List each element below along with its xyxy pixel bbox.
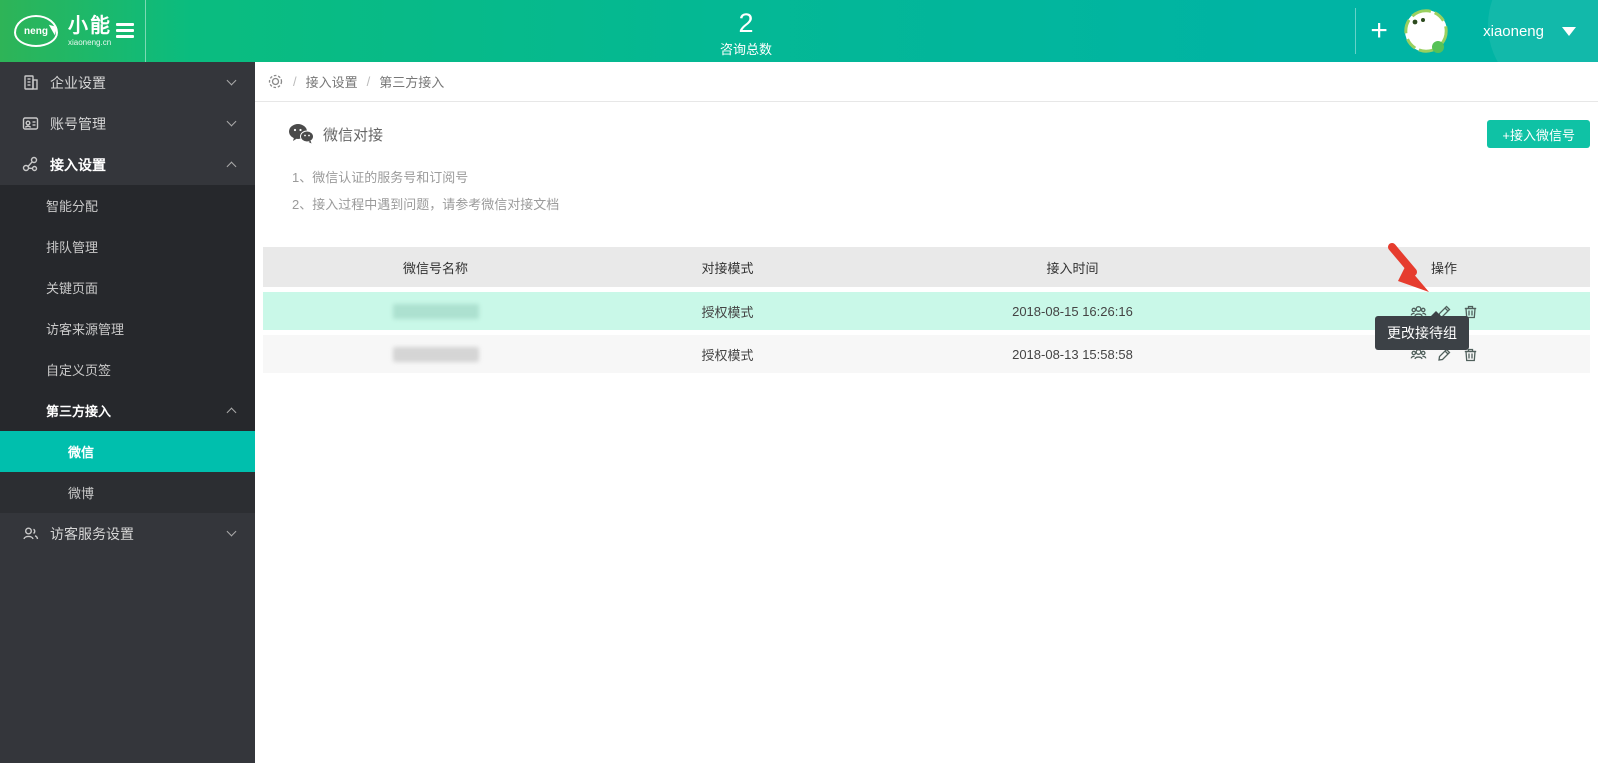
sidebar-item-custom-tabs[interactable]: 自定义页签 xyxy=(0,349,255,390)
sidebar-item-label: 微信 xyxy=(68,445,95,460)
instructions: 1、微信认证的服务号和订阅号 2、接入过程中遇到问题，请参考微信对接文档 xyxy=(292,164,1590,218)
gear-icon[interactable] xyxy=(267,73,284,90)
table-header-row: 微信号名称 对接模式 接入时间 操作 xyxy=(263,247,1590,287)
sidebar-item-weibo[interactable]: 微博 xyxy=(0,472,255,513)
logo-bubble-icon: neng xyxy=(14,15,58,47)
share-nodes-icon xyxy=(22,156,39,173)
sidebar: 企业设置 账号管理 接入设置 智能分配 排队管理 关键页面 访客来源管理 自定义… xyxy=(0,62,255,763)
people-icon xyxy=(22,525,39,542)
breadcrumb-access-settings[interactable]: 接入设置 xyxy=(306,72,358,91)
hamburger-menu-icon[interactable] xyxy=(116,23,134,41)
time-cell: 2018-08-13 15:58:58 xyxy=(1012,346,1133,362)
sidebar-item-access-settings[interactable]: 接入设置 xyxy=(0,144,255,185)
breadcrumb-third-party-access[interactable]: 第三方接入 xyxy=(379,72,444,91)
sidebar-item-queue-management[interactable]: 排队管理 xyxy=(0,226,255,267)
stat-value: 2 xyxy=(738,8,754,38)
chevron-down-icon xyxy=(226,526,237,537)
time-cell: 2018-08-15 16:26:16 xyxy=(1012,303,1133,319)
sidebar-item-smart-allocation[interactable]: 智能分配 xyxy=(0,185,255,226)
sidebar-item-third-party-access[interactable]: 第三方接入 xyxy=(0,390,255,431)
user-menu-chevron-down-icon[interactable] xyxy=(1562,26,1576,43)
redacted-wechat-name xyxy=(392,346,479,362)
mode-cell: 授权模式 xyxy=(701,347,754,363)
sidebar-item-account-management[interactable]: 账号管理 xyxy=(0,103,255,144)
sidebar-item-label: 智能分配 xyxy=(46,199,99,214)
sidebar-item-label: 第三方接入 xyxy=(46,404,112,419)
redacted-wechat-name xyxy=(392,303,479,319)
instruction-line: 2、接入过程中遇到问题，请参考微信对接文档 xyxy=(292,197,560,212)
sidebar-item-label: 企业设置 xyxy=(50,74,106,91)
chevron-down-icon xyxy=(226,75,237,86)
sidebar-item-label: 自定义页签 xyxy=(46,363,112,378)
sidebar-item-visitor-service-settings[interactable]: 访客服务设置 xyxy=(0,513,255,554)
header-right-controls: + xiaoneng xyxy=(1355,0,1598,100)
mode-cell: 授权模式 xyxy=(701,304,754,320)
id-card-icon xyxy=(22,115,39,132)
wechat-accounts-table: 微信号名称 对接模式 接入时间 操作 授权模式 2018-08-15 16:26… xyxy=(263,247,1590,373)
sidebar-item-label: 关键页面 xyxy=(46,281,99,296)
logo-text: 小能 xyxy=(68,14,112,37)
sidebar-item-label: 微博 xyxy=(68,486,95,501)
add-button[interactable]: + xyxy=(1356,2,1402,60)
page-title: 微信对接 xyxy=(323,126,384,144)
sidebar-item-wechat[interactable]: 微信 xyxy=(0,431,255,472)
column-header-actions: 操作 xyxy=(1431,260,1458,276)
wechat-icon xyxy=(288,123,314,145)
avatar[interactable] xyxy=(1404,8,1449,54)
tooltip-change-reception-group: 更改接待组 xyxy=(1375,311,1469,350)
column-header-time: 接入时间 xyxy=(1046,260,1099,276)
logo-badge-text: neng xyxy=(24,25,48,37)
sidebar-item-key-pages[interactable]: 关键页面 xyxy=(0,267,255,308)
breadcrumb: / 接入设置 / 第三方接入 xyxy=(255,62,1598,102)
logo-subtext: xiaoneng.cn xyxy=(68,37,112,47)
username: xiaoneng xyxy=(1483,22,1544,40)
chevron-up-icon xyxy=(226,407,237,418)
breadcrumb-separator: / xyxy=(293,74,297,89)
sidebar-item-label: 账号管理 xyxy=(50,115,106,132)
instruction-line: 1、微信认证的服务号和订阅号 xyxy=(292,170,469,185)
sidebar-item-label: 访客来源管理 xyxy=(46,322,125,337)
sidebar-item-label: 排队管理 xyxy=(46,240,99,255)
stat-label: 咨询总数 xyxy=(719,42,773,57)
header-divider xyxy=(145,0,146,62)
column-header-name: 微信号名称 xyxy=(403,260,469,276)
breadcrumb-separator: / xyxy=(366,74,371,89)
chevron-down-icon xyxy=(226,116,237,127)
sidebar-item-label: 访客服务设置 xyxy=(50,525,134,542)
consultation-stat: 2 咨询总数 xyxy=(720,8,772,58)
add-wechat-account-button[interactable]: +接入微信号 xyxy=(1487,120,1590,148)
column-header-mode: 对接模式 xyxy=(701,260,754,276)
sidebar-item-label: 接入设置 xyxy=(50,156,106,173)
top-header: neng 小能 xiaoneng.cn 2 咨询总数 + xiaoneng xyxy=(0,0,1598,100)
sidebar-item-enterprise-settings[interactable]: 企业设置 xyxy=(0,62,255,103)
content-area: / 接入设置 / 第三方接入 微信对接 +接入微信号 1、微信认证的服务号和订阅… xyxy=(255,62,1598,763)
chevron-up-icon xyxy=(226,161,237,172)
sidebar-item-visitor-source-management[interactable]: 访客来源管理 xyxy=(0,308,255,349)
building-icon xyxy=(22,74,39,91)
